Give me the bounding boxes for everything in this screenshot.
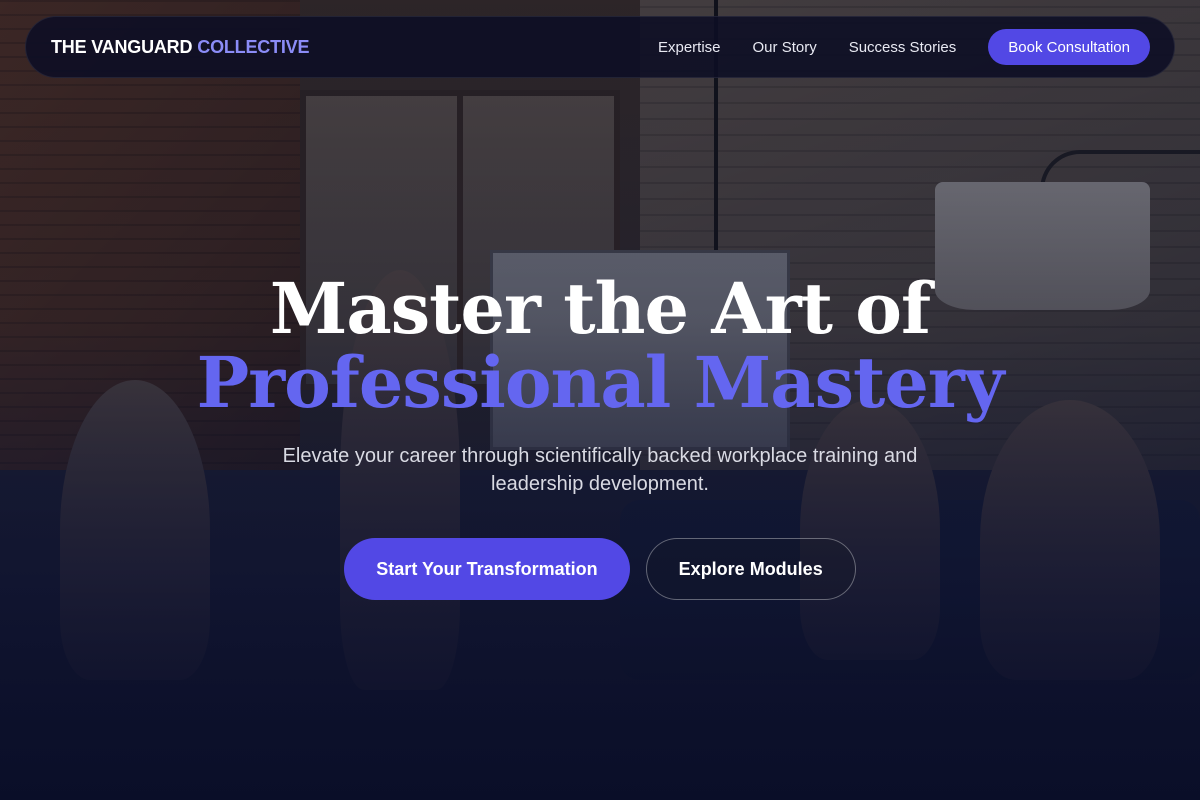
brand-logo[interactable]: THE VANGUARD COLLECTIVE (51, 37, 309, 58)
hero-title-line1: Master the Art of (269, 267, 931, 350)
book-consultation-button[interactable]: Book Consultation (988, 29, 1150, 65)
nav-link-expertise[interactable]: Expertise (658, 39, 721, 56)
nav-link-our-story[interactable]: Our Story (753, 39, 817, 56)
start-transformation-button[interactable]: Start Your Transformation (344, 538, 630, 600)
nav-links: Expertise Our Story Success Stories Book… (658, 29, 1150, 65)
top-navbar: THE VANGUARD COLLECTIVE Expertise Our Sto… (25, 16, 1175, 78)
hero-title-line2: Professional Mastery (196, 341, 1005, 424)
brand-name: THE VANGUARD (51, 36, 193, 57)
hero-title: Master the Art of Professional Mastery (0, 272, 1200, 420)
nav-link-success-stories[interactable]: Success Stories (849, 39, 957, 56)
hero-section: Master the Art of Professional Mastery E… (0, 272, 1200, 600)
explore-modules-button[interactable]: Explore Modules (645, 538, 856, 600)
hero-subtitle: Elevate your career through scientifical… (282, 445, 918, 495)
brand-name-accent: COLLECTIVE (197, 36, 310, 57)
hero-actions: Start Your Transformation Explore Module… (0, 538, 1200, 600)
